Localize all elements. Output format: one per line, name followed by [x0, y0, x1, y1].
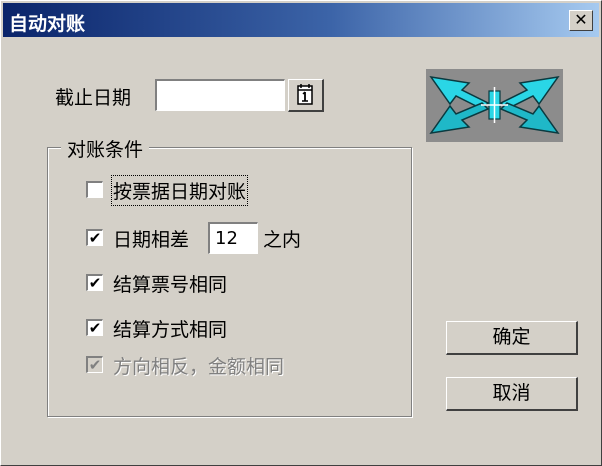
- by-bill-date-label[interactable]: 按票据日期对账: [110, 175, 249, 206]
- cutoff-date-label: 截止日期: [55, 87, 132, 109]
- reconcile-illustration: [426, 69, 563, 142]
- opposite-direction-same-amount-label: 方向相反，金额相同: [113, 356, 285, 378]
- four-arrows-reconcile-icon: [429, 75, 560, 135]
- window-title: 自动对账: [9, 13, 86, 35]
- check-mark-icon: ✔: [88, 356, 102, 374]
- same-bill-number-checkbox[interactable]: ✔: [86, 274, 103, 291]
- check-mark-icon: ✔: [88, 274, 102, 292]
- date-difference-days-input[interactable]: 12: [208, 222, 258, 254]
- close-icon: ✕: [574, 10, 588, 29]
- check-mark-icon: ✔: [88, 229, 102, 247]
- ok-button[interactable]: 确定: [446, 321, 578, 355]
- same-bill-number-label[interactable]: 结算票号相同: [113, 270, 227, 297]
- auto-reconcile-dialog: 自动对账 ✕ 截止日期 对账条件 按票据日期对账 ✔ 日期相差 12 之内 ✔ …: [0, 0, 602, 466]
- date-difference-days-value: 12: [215, 228, 238, 249]
- opposite-direction-same-amount-checkbox: ✔: [86, 356, 103, 373]
- date-difference-checkbox[interactable]: ✔: [86, 229, 103, 246]
- close-button[interactable]: ✕: [569, 10, 593, 31]
- same-settlement-method-checkbox[interactable]: ✔: [86, 319, 103, 336]
- cancel-button[interactable]: 取消: [446, 377, 578, 411]
- title-bar[interactable]: 自动对账 ✕: [3, 3, 599, 37]
- by-bill-date-checkbox[interactable]: [86, 181, 103, 198]
- calendar-button[interactable]: [288, 79, 324, 112]
- same-settlement-method-label[interactable]: 结算方式相同: [113, 315, 227, 342]
- cutoff-date-input[interactable]: [155, 79, 285, 111]
- calendar-icon: [297, 84, 313, 105]
- date-difference-suffix: 之内: [263, 229, 302, 251]
- date-difference-label[interactable]: 日期相差: [113, 225, 189, 252]
- reconcile-conditions-legend: 对账条件: [61, 135, 150, 162]
- check-mark-icon: ✔: [88, 319, 102, 337]
